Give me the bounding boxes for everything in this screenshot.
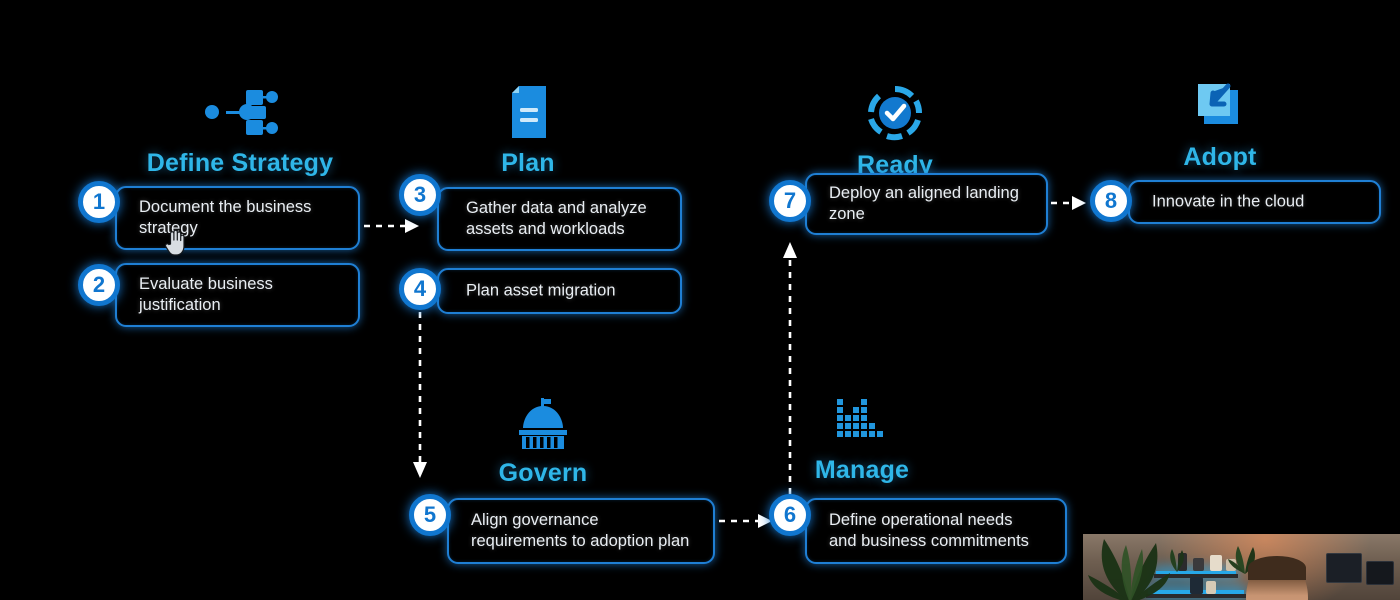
pillar-plan: Plan bbox=[428, 84, 628, 178]
step-text: Evaluate business justification bbox=[139, 275, 273, 314]
shelf-object bbox=[1206, 581, 1216, 594]
step-text: Align governance requirements to adoptio… bbox=[471, 511, 690, 550]
step-box[interactable]: Define operational needs and business co… bbox=[805, 498, 1067, 564]
overlay-top-border bbox=[1078, 531, 1400, 534]
step-number-badge: 8 bbox=[1090, 180, 1132, 222]
step-box[interactable]: Evaluate business justification bbox=[115, 263, 360, 327]
pillar-adopt: Adopt bbox=[1120, 80, 1320, 172]
shelf-object bbox=[1210, 555, 1222, 571]
foreground-plant bbox=[1086, 533, 1172, 600]
step-number-badge: 2 bbox=[78, 264, 120, 306]
pillar-ready: Ready bbox=[795, 84, 995, 180]
check-circle-dashed-icon bbox=[795, 84, 995, 147]
step-number-badge: 6 bbox=[769, 494, 811, 536]
step-box[interactable]: Innovate in the cloud bbox=[1128, 180, 1381, 224]
pillar-title: Plan bbox=[501, 149, 555, 177]
step-box[interactable]: Gather data and analyze assets and workl… bbox=[437, 187, 682, 251]
step-number-badge: 5 bbox=[409, 494, 451, 536]
pillar-title: Govern bbox=[498, 459, 588, 487]
conn-4-to-5 bbox=[410, 312, 430, 487]
step-text: Gather data and analyze assets and workl… bbox=[466, 199, 647, 238]
step-number-badge: 4 bbox=[399, 268, 441, 310]
pillar-define-strategy: Define Strategy bbox=[130, 84, 350, 178]
step-text: Plan asset migration bbox=[466, 281, 616, 300]
step-number-badge: 1 bbox=[78, 181, 120, 223]
background-monitor bbox=[1366, 561, 1394, 585]
presenter-webcam-overlay[interactable] bbox=[1078, 531, 1400, 600]
step-number-badge: 7 bbox=[769, 180, 811, 222]
shelf-object bbox=[1190, 577, 1203, 594]
background-monitor bbox=[1326, 553, 1362, 583]
step-number-badge: 3 bbox=[399, 174, 441, 216]
pillar-title: Define Strategy bbox=[146, 149, 334, 177]
pillar-govern: Govern bbox=[443, 398, 643, 488]
cloud-adoption-framework-diagram: Define Strategy Document the business st… bbox=[0, 0, 1400, 600]
document-page-icon bbox=[428, 84, 628, 145]
conn-6-to-7 bbox=[780, 240, 800, 499]
government-building-icon bbox=[443, 398, 643, 455]
step-text: Deploy an aligned landing zone bbox=[829, 184, 1019, 223]
network-nodes-icon bbox=[130, 84, 350, 145]
arrow-into-box-icon bbox=[1120, 80, 1320, 139]
step-box[interactable]: Plan asset migration bbox=[437, 268, 682, 314]
pillar-title: Adopt bbox=[1183, 143, 1257, 171]
step-box[interactable]: Document the business strategy bbox=[115, 186, 360, 250]
step-text: Innovate in the cloud bbox=[1152, 192, 1305, 211]
presenter-hair bbox=[1248, 556, 1306, 580]
step-box[interactable]: Deploy an aligned landing zone bbox=[805, 173, 1048, 235]
conn-1-to-3 bbox=[363, 216, 425, 241]
step-box[interactable]: Align governance requirements to adoptio… bbox=[447, 498, 715, 564]
conn-7-to-8 bbox=[1050, 193, 1094, 218]
shelf-object bbox=[1193, 558, 1204, 571]
step-text: Define operational needs and business co… bbox=[829, 511, 1029, 550]
step-text: Document the business strategy bbox=[139, 198, 312, 237]
overlay-left-border bbox=[1078, 531, 1083, 600]
pillar-title: Manage bbox=[814, 456, 910, 484]
